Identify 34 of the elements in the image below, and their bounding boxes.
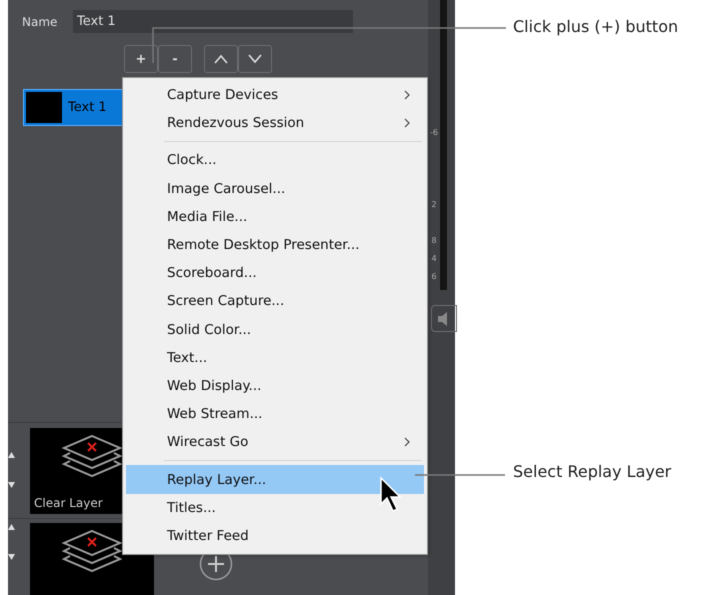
menu-item[interactable]: Web Display...: [126, 372, 424, 400]
menu-item[interactable]: Web Stream...: [126, 400, 424, 428]
callout-text: Select Replay Layer: [513, 462, 672, 481]
menu-item[interactable]: Clock...: [126, 146, 424, 175]
move-up-button[interactable]: [204, 45, 238, 73]
up-down-arrows-icon[interactable]: [8, 450, 15, 490]
menu-item[interactable]: Replay Layer...: [126, 465, 424, 494]
chevron-down-icon: [248, 54, 262, 64]
layer-thumbnail: [26, 92, 62, 123]
shot-caption: Clear Layer: [34, 496, 103, 510]
name-field[interactable]: Text 1: [73, 10, 353, 33]
move-down-button[interactable]: [238, 45, 272, 73]
mute-button[interactable]: [431, 305, 457, 332]
meter-label: 2: [430, 200, 438, 209]
layer-list-item[interactable]: Text 1: [23, 89, 123, 126]
meter-label: 4: [430, 254, 438, 263]
menu-item[interactable]: Scoreboard...: [126, 259, 424, 288]
name-label: Name: [22, 14, 58, 28]
menu-item[interactable]: Rendezvous Session: [126, 109, 424, 138]
menu-item[interactable]: Media File...: [126, 202, 424, 231]
menu-item[interactable]: Solid Color...: [126, 316, 424, 344]
menu-item[interactable]: Text...: [126, 344, 424, 372]
callout-text: Click plus (+) button: [513, 17, 678, 36]
menu-item[interactable]: Screen Capture...: [126, 287, 424, 316]
layer-button[interactable]: +: [124, 45, 158, 73]
menu-item[interactable]: Capture Devices: [126, 81, 424, 110]
menu-item[interactable]: Remote Desktop Presenter...: [126, 230, 424, 260]
meter-label: 8: [430, 236, 438, 245]
meter-label: 6: [430, 272, 438, 281]
menu-item[interactable]: Twitter Feed: [126, 522, 424, 550]
menu-item[interactable]: Image Carousel...: [126, 174, 424, 203]
meter-label: -6: [429, 128, 439, 137]
chevron-up-icon: [214, 54, 228, 64]
layer-button[interactable]: -: [158, 45, 192, 73]
